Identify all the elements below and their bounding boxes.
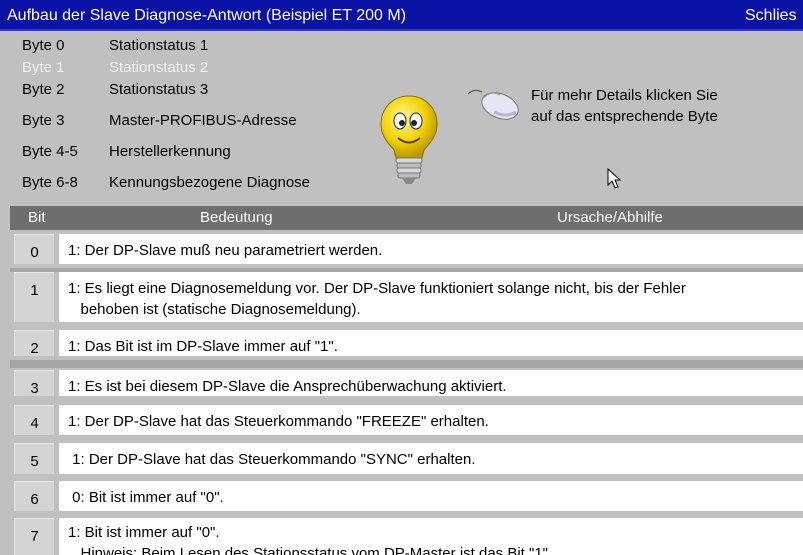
lightbulb-icon (380, 95, 438, 184)
byte-number: Byte 4-5 (22, 143, 78, 160)
hint-text: Für mehr Details klicken Sie auf das ent… (531, 85, 718, 127)
description-text: 1: Der DP-Slave hat das Steuerkommando "… (68, 451, 476, 468)
header-meaning: Bedeutung (200, 209, 273, 226)
byte-number: Byte 3 (22, 112, 65, 129)
description-text: 1: Der DP-Slave muß neu parametriert wer… (68, 242, 383, 259)
byte-row-1-selected[interactable]: Byte 1 Stationstatus 2 (22, 59, 208, 76)
description-text: 1: Bit ist immer auf "0". Hinweis: Beim … (68, 524, 553, 555)
bit-cell: 7 (14, 518, 54, 555)
description-cell: 1: Es liegt eine Diagnosemeldung vor. De… (59, 272, 803, 322)
byte-label: Master-PROFIBUS-Adresse (109, 112, 297, 129)
byte-row-2[interactable]: Byte 2 Stationstatus 3 (22, 81, 208, 98)
description-cell: 1: Bit ist immer auf "0". Hinweis: Beim … (59, 518, 803, 555)
table-row-bit-0: 0 1: Der DP-Slave muß neu parametriert w… (10, 230, 803, 268)
byte-number: Byte 1 (22, 59, 65, 76)
description-text: 1: Der DP-Slave hat das Steuerkommando "… (68, 413, 489, 430)
byte-label: Herstellerkennung (109, 143, 231, 160)
hint-line-2: auf das entsprechende Byte (531, 108, 718, 125)
bit-number: 6 (30, 491, 39, 508)
table-row-bit-2: 2 1: Das Bit ist im DP-Slave immer auf "… (10, 326, 803, 360)
bit-cell: 0 (14, 234, 54, 264)
byte-number: Byte 6-8 (22, 174, 78, 191)
bit-number: 3 (30, 380, 39, 397)
description-cell: 1: Der DP-Slave muß neu parametriert wer… (59, 234, 803, 264)
table-header: Bit Bedeutung Ursache/Abhilfe (10, 206, 803, 230)
table-row-bit-3: 3 1: Es ist bei diesem DP-Slave die Ansp… (10, 366, 803, 400)
byte-row-5[interactable]: Byte 6-8 Kennungsbezogene Diagnose (22, 174, 310, 191)
bit-number: 2 (30, 340, 39, 357)
close-button[interactable]: Schlies (745, 7, 797, 25)
byte-label: Kennungsbezogene Diagnose (109, 174, 310, 191)
table-row-bit-5: 5 1: Der DP-Slave hat das Steuerkommando… (10, 439, 803, 478)
bit-number: 0 (30, 244, 39, 261)
bit-number: 1 (30, 282, 39, 299)
mouse-icon (467, 89, 519, 120)
description-cell: 1: Das Bit ist im DP-Slave immer auf "1"… (59, 330, 803, 356)
description-cell: 0: Bit ist immer auf "0". (59, 481, 803, 511)
title-bar: Aufbau der Slave Diagnose-Antwort (Beisp… (0, 0, 803, 31)
header-bit: Bit (28, 209, 46, 226)
header-cause: Ursache/Abhilfe (557, 209, 663, 226)
description-text: 0: Bit ist immer auf "0". (68, 489, 224, 506)
bit-number: 5 (30, 453, 39, 470)
byte-label: Stationstatus 3 (109, 81, 209, 98)
bit-cell: 4 (14, 405, 54, 435)
bit-cell: 3 (14, 370, 54, 397)
description-cell: 1: Der DP-Slave hat das Steuerkommando "… (59, 443, 803, 474)
table-row-bit-4: 4 1: Der DP-Slave hat das Steuerkommando… (10, 401, 803, 439)
table-row-bit-1: 1 1: Es liegt eine Diagnosemeldung vor. … (10, 268, 803, 326)
byte-row-0[interactable]: Byte 0 Stationstatus 1 (22, 37, 208, 54)
bit-number: 4 (30, 415, 39, 432)
bit-cell: 1 (14, 272, 54, 322)
byte-number: Byte 0 (22, 37, 65, 54)
byte-label: Stationstatus 2 (109, 59, 209, 76)
byte-row-3[interactable]: Byte 3 Master-PROFIBUS-Adresse (22, 112, 297, 129)
description-text: 1: Es ist bei diesem DP-Slave die Anspre… (68, 378, 507, 395)
bit-cell: 5 (14, 443, 54, 474)
bit-number: 7 (30, 528, 39, 545)
byte-label: Stationstatus 1 (109, 37, 209, 54)
table-row-bit-6: 6 0: Bit ist immer auf "0". (10, 477, 803, 515)
description-text: 1: Das Bit ist im DP-Slave immer auf "1"… (68, 338, 338, 355)
byte-row-4[interactable]: Byte 4-5 Herstellerkennung (22, 143, 231, 160)
pointer-cursor-icon (607, 168, 622, 189)
bit-cell: 2 (14, 330, 54, 357)
description-cell: 1: Es ist bei diesem DP-Slave die Anspre… (59, 370, 803, 396)
table-row-bit-7: 7 1: Bit ist immer auf "0". Hinweis: Bei… (10, 514, 803, 555)
description-cell: 1: Der DP-Slave hat das Steuerkommando "… (59, 405, 803, 435)
window-title: Aufbau der Slave Diagnose-Antwort (Beisp… (7, 7, 407, 24)
hint-line-1: Für mehr Details klicken Sie (531, 87, 718, 104)
byte-number: Byte 2 (22, 81, 65, 98)
bit-cell: 6 (14, 481, 54, 511)
description-text: 1: Es liegt eine Diagnosemeldung vor. De… (68, 280, 686, 318)
